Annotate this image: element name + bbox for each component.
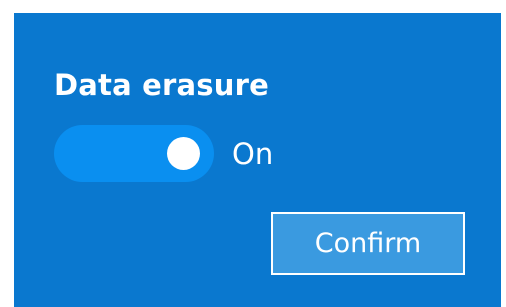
toggle-state-label: On [232, 137, 274, 171]
setting-title: Data erasure [54, 68, 269, 102]
settings-panel: Data erasure On Confirm [14, 13, 501, 307]
toggle-knob[interactable] [167, 137, 200, 170]
data-erasure-toggle[interactable] [54, 125, 214, 182]
confirm-button[interactable]: Confirm [271, 212, 465, 275]
